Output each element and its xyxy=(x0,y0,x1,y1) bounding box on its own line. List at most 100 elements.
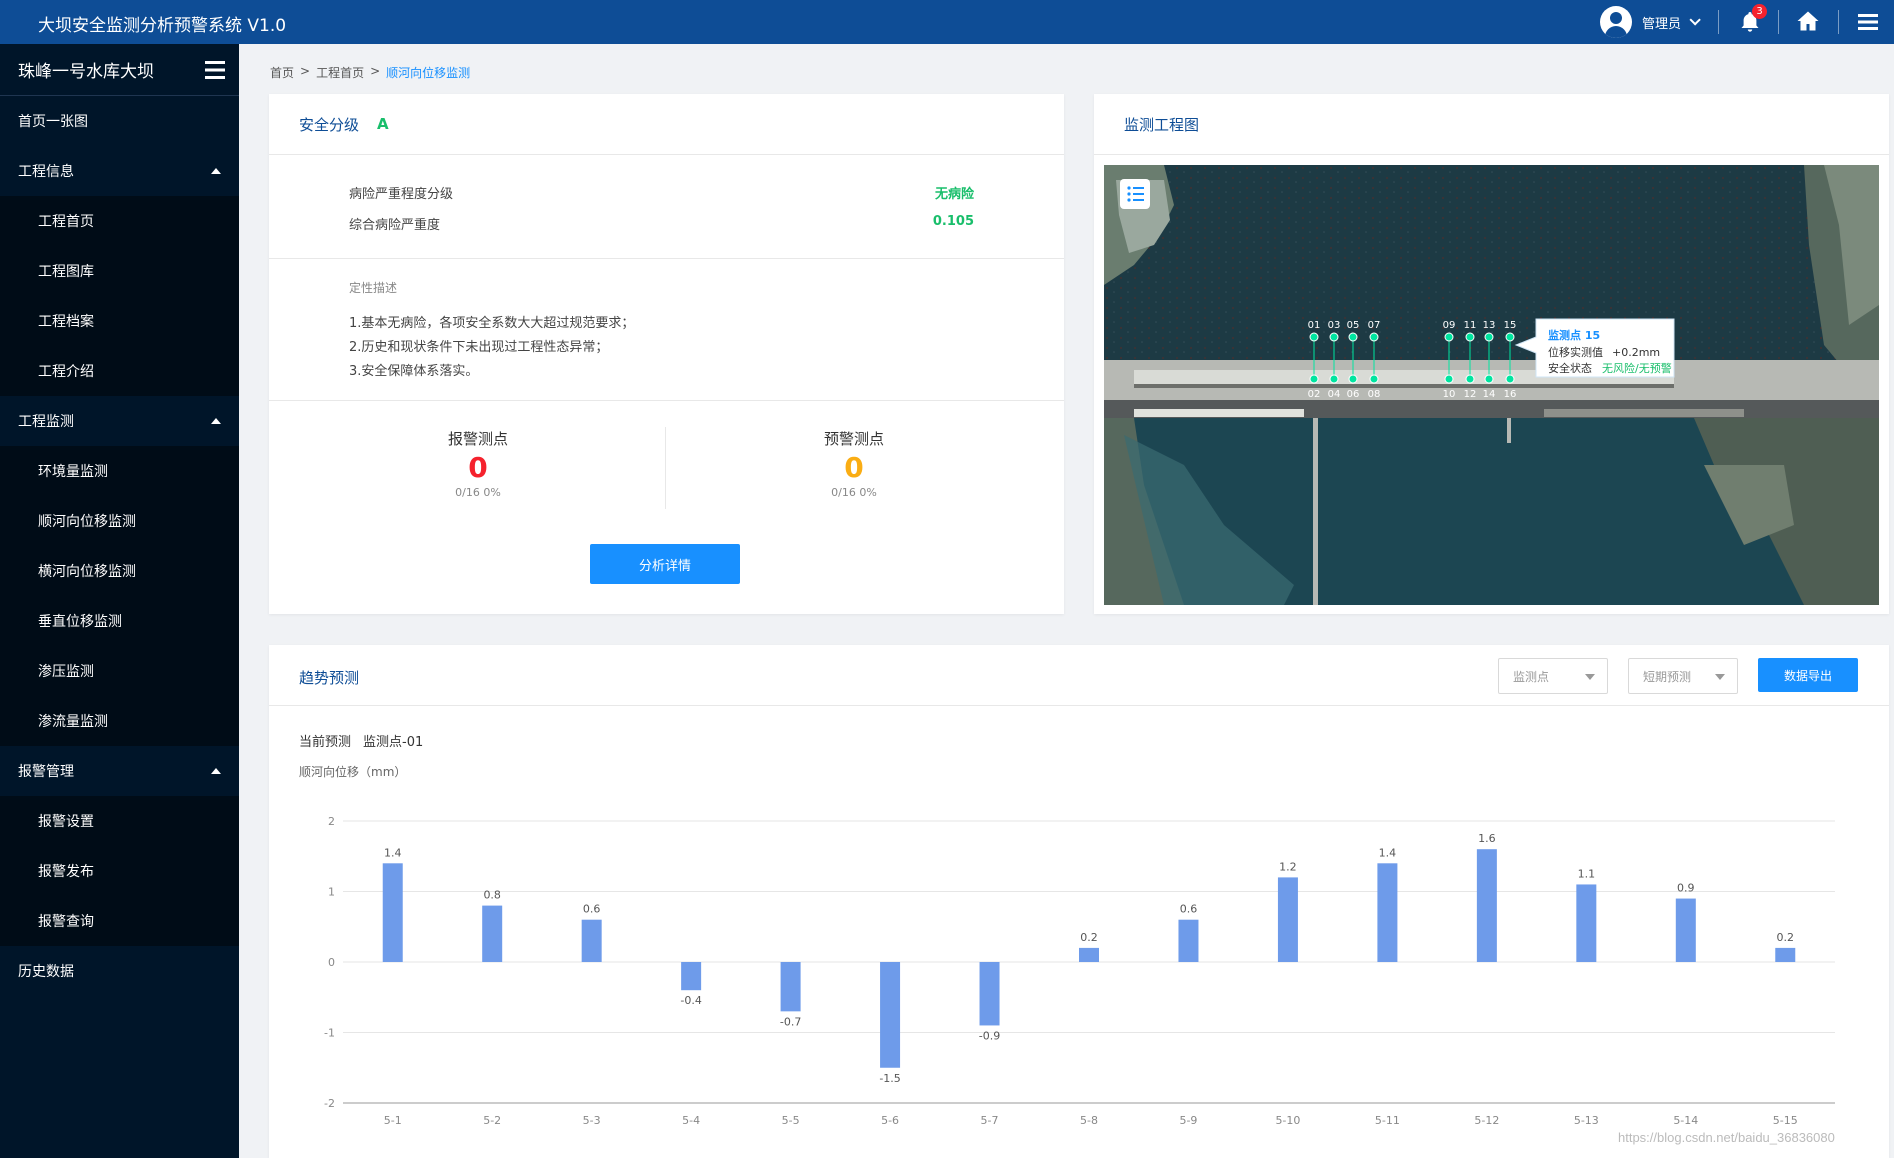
sidebar-item[interactable]: 工程信息 xyxy=(0,146,239,196)
sidebar-item[interactable]: 报警查询 xyxy=(0,896,239,946)
metric-label: 综合病险严重度 xyxy=(349,218,441,233)
bar xyxy=(681,962,702,991)
safety-grade-card: 安全分级 A 病险严重程度分级 无病险 综合病险严重度 0.105 定性描述 1… xyxy=(269,94,1064,614)
trend-forecast-card: 趋势预测 监测点 短期预测 数据导出 当前预测 监测点-01 顺河向位移（mm） … xyxy=(269,645,1889,1158)
x-tick-label: 5-8 xyxy=(1080,1114,1098,1127)
description-line: 1.基本无病险，各项安全系数大大超过规范要求； xyxy=(349,316,635,331)
bar xyxy=(880,962,901,1068)
sidebar-menu: 首页一张图工程信息工程首页 工程图库 工程档案 工程介绍 工程监测 环境量监测 顺河向位移监… xyxy=(0,96,239,996)
sidebar-item[interactable]: 横河向位移监测 xyxy=(0,546,239,596)
sidebar-item[interactable]: 报警发布 xyxy=(0,846,239,896)
monitoring-point-popup: 监测点 15 位移实测值 +0.2mm 安全状态 无风险/无预警 xyxy=(1514,318,1675,378)
monitoring-point-marker[interactable] xyxy=(1309,332,1319,342)
alarm-points-label: 报警测点 xyxy=(447,430,508,448)
monitoring-point-marker[interactable] xyxy=(1465,332,1475,342)
point-label: 11 xyxy=(1464,320,1477,331)
sidebar-toggle-icon[interactable] xyxy=(205,59,225,81)
breadcrumb-separator: > xyxy=(370,64,381,78)
monitoring-point-marker[interactable] xyxy=(1369,374,1379,384)
x-tick-label: 5-6 xyxy=(881,1114,899,1127)
x-tick-label: 5-14 xyxy=(1673,1114,1698,1127)
point-label: 07 xyxy=(1368,320,1381,331)
metric-value: 无病险 xyxy=(934,187,974,202)
sidebar-item[interactable]: 工程介绍 xyxy=(0,346,239,396)
sidebar-item[interactable]: 环境量监测 xyxy=(0,446,239,496)
monitoring-point-marker[interactable] xyxy=(1505,374,1515,384)
x-tick-label: 5-5 xyxy=(782,1114,800,1127)
breadcrumb-item-home[interactable]: 首页 xyxy=(270,64,294,81)
x-tick-label: 5-2 xyxy=(483,1114,501,1127)
list-icon[interactable] xyxy=(1127,186,1144,202)
alarm-points-count: 0 xyxy=(468,451,488,484)
analysis-details-button[interactable]: 分析详情 xyxy=(590,544,740,584)
sidebar-item[interactable]: 历史数据 xyxy=(0,946,239,996)
sidebar-item[interactable]: 渗流量监测 xyxy=(0,696,239,746)
point-label: 15 xyxy=(1504,320,1517,331)
bar xyxy=(1377,863,1398,962)
y-tick-label: -2 xyxy=(324,1097,335,1110)
monitoring-point-marker[interactable] xyxy=(1465,374,1475,384)
user-menu[interactable]: 管理员 xyxy=(1600,5,1701,39)
sidebar-item-label: 报警设置 xyxy=(38,814,94,830)
description-line: 2.历史和现状条件下未出现过工程性态异常； xyxy=(349,340,609,355)
dam-name: 珠峰一号水库大坝 xyxy=(18,62,154,82)
sidebar-item[interactable]: 渗压监测 xyxy=(0,646,239,696)
sidebar-item[interactable]: 工程图库 xyxy=(0,246,239,296)
bar xyxy=(581,919,602,962)
description-line: 3.安全保障体系落实。 xyxy=(349,364,479,379)
monitoring-point-marker[interactable] xyxy=(1329,332,1339,342)
sidebar-item[interactable]: 工程监测 xyxy=(0,396,239,446)
sidebar-item[interactable]: 报警管理 xyxy=(0,746,239,796)
alarm-points-ratio: 0/16 0% xyxy=(455,486,501,499)
monitoring-point-marker[interactable] xyxy=(1505,332,1515,342)
qualitative-description: 定性描述 1.基本无病险，各项安全系数大大超过规范要求； 2.历史和现状条件下未… xyxy=(269,259,1064,401)
breadcrumb-item-project[interactable]: 工程首页 xyxy=(316,64,364,81)
monitoring-point-marker[interactable] xyxy=(1484,332,1494,342)
home-icon[interactable] xyxy=(1796,9,1820,33)
dam-satellite-map[interactable]: 01 02 03 04 05 06 07 08 09 10 11 12 13 14 15 16 监测点 15 … xyxy=(1104,165,1879,605)
user-name[interactable]: 管理员 xyxy=(1642,13,1681,32)
warning-points-label: 预警测点 xyxy=(823,430,884,448)
sidebar-item-label: 垂直位移监测 xyxy=(38,614,122,630)
map-card-header: 监测工程图 xyxy=(1094,94,1889,155)
point-label: 12 xyxy=(1464,389,1477,400)
sidebar-item-label: 渗压监测 xyxy=(38,664,94,680)
bar xyxy=(1775,947,1796,962)
metric-value: 0.105 xyxy=(932,214,974,229)
bar xyxy=(1277,877,1298,962)
safety-metrics: 病险严重程度分级 无病险 综合病险严重度 0.105 xyxy=(269,155,1064,259)
top-navbar: 大坝安全监测分析预警系统 V1.0 管理员 3 xyxy=(0,0,1894,44)
monitoring-point-marker[interactable] xyxy=(1369,332,1379,342)
displacement-bar-chart: 2 1 0 -1 -2 1.4 5-1 0.8 5-2 0.6 5-3 -0.4 5-4 -0.7 5-5 -… xyxy=(324,815,1835,1127)
bar-value-label: 1.4 xyxy=(1379,846,1397,859)
sidebar-item[interactable]: 垂直位移监测 xyxy=(0,596,239,646)
bar-value-label: -0.4 xyxy=(680,994,701,1007)
sidebar-item[interactable]: 工程首页 xyxy=(0,196,239,246)
monitoring-point-marker[interactable] xyxy=(1484,374,1494,384)
point-label: 02 xyxy=(1308,389,1321,400)
monitoring-point-marker[interactable] xyxy=(1444,374,1454,384)
sidebar-item[interactable]: 首页一张图 xyxy=(0,96,239,146)
monitoring-point-marker[interactable] xyxy=(1444,332,1454,342)
monitoring-point-marker[interactable] xyxy=(1348,374,1358,384)
divider xyxy=(1838,10,1839,34)
bar xyxy=(482,905,503,962)
y-tick-label: -1 xyxy=(324,1027,335,1040)
bar xyxy=(382,863,403,962)
sidebar-item[interactable]: 工程档案 xyxy=(0,296,239,346)
sidebar-item[interactable]: 顺河向位移监测 xyxy=(0,496,239,546)
chevron-down-icon[interactable] xyxy=(1689,14,1701,26)
monitoring-point-marker[interactable] xyxy=(1329,374,1339,384)
sidebar-item[interactable]: 报警设置 xyxy=(0,796,239,846)
sidebar-header: 珠峰一号水库大坝 xyxy=(0,44,239,96)
user-avatar-icon[interactable] xyxy=(1600,6,1632,38)
sidebar-item-label: 工程信息 xyxy=(18,164,74,180)
x-tick-label: 5-11 xyxy=(1375,1114,1400,1127)
bar xyxy=(1476,849,1497,962)
menu-icon[interactable] xyxy=(1856,10,1880,34)
monitoring-point-marker[interactable] xyxy=(1309,374,1319,384)
notification-badge[interactable]: 3 xyxy=(1752,4,1767,19)
monitoring-point-marker[interactable] xyxy=(1348,332,1358,342)
x-tick-label: 5-15 xyxy=(1773,1114,1798,1127)
alarm-points-stat: 报警测点 0 0/16 0% xyxy=(378,428,578,499)
